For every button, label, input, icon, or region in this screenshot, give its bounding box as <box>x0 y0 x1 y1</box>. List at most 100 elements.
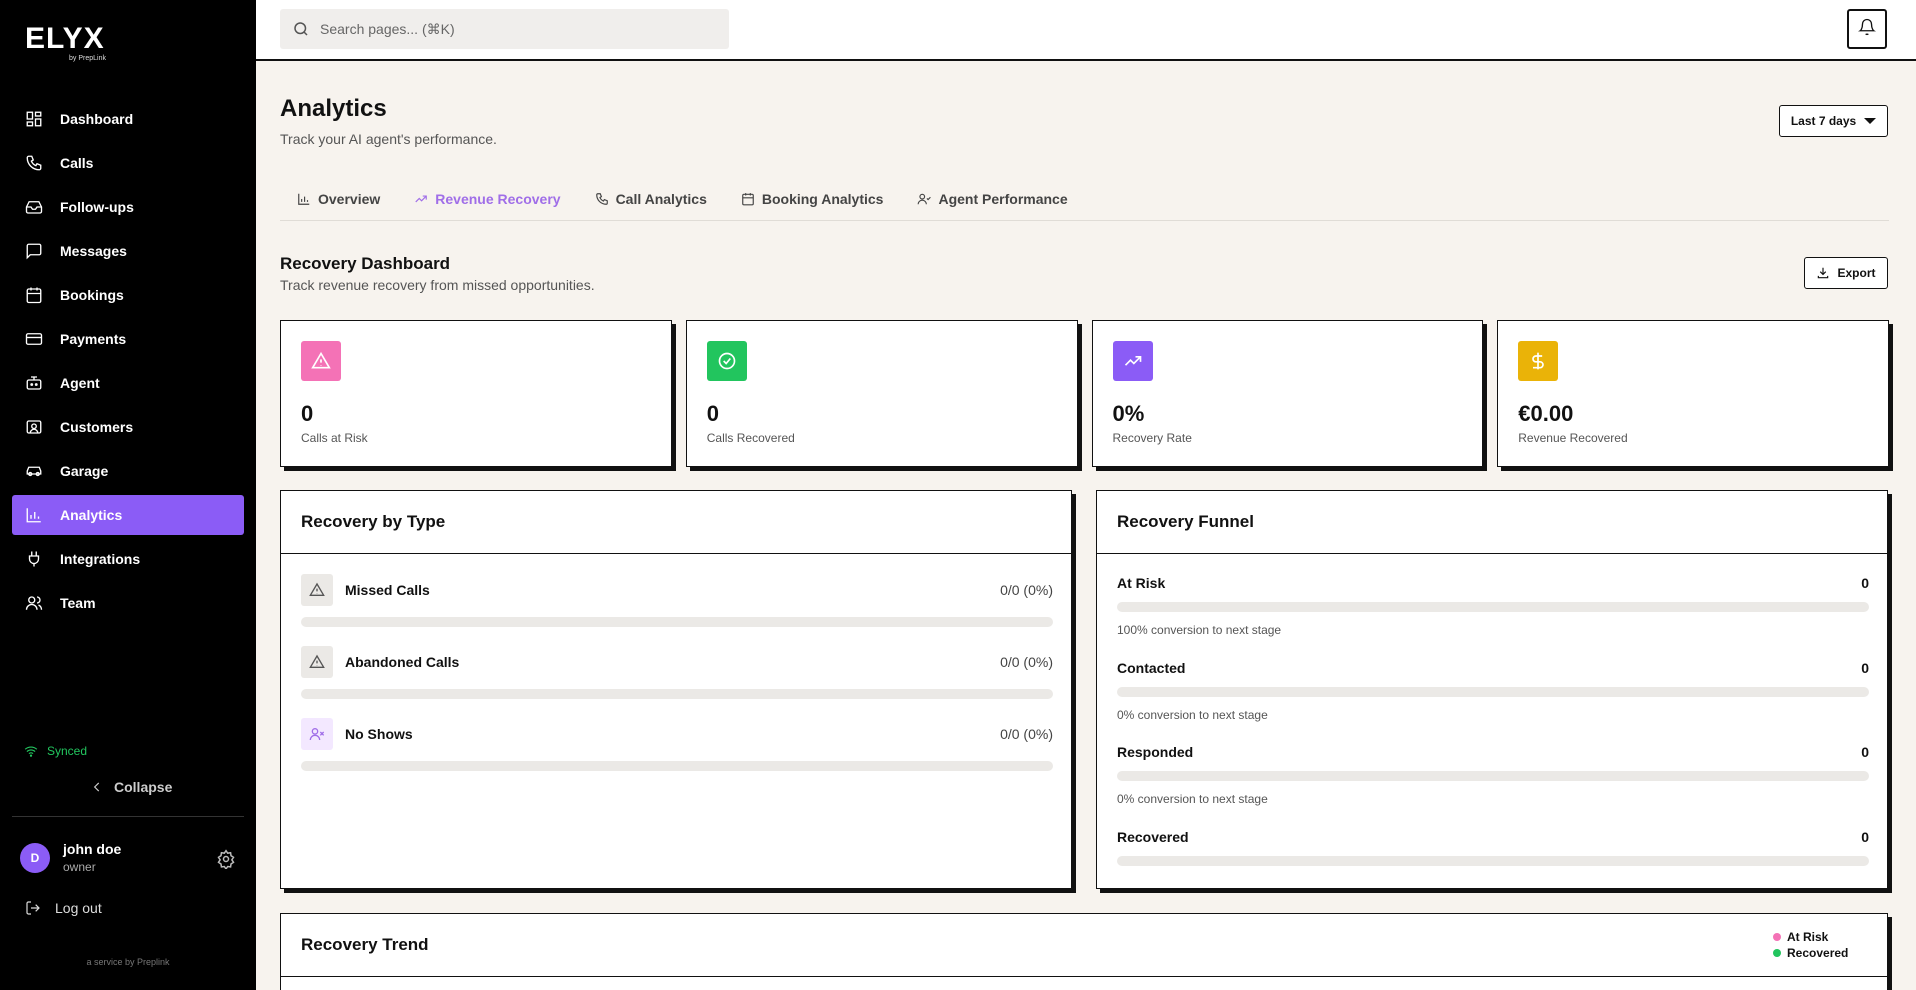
stat-label: Calls Recovered <box>706 431 795 445</box>
progress-bar <box>1117 602 1869 612</box>
dollar-icon <box>1518 341 1559 381</box>
sidebar-item-label: Bookings <box>60 287 124 303</box>
dashboard-icon <box>25 110 43 128</box>
sidebar-item-garage[interactable]: Garage <box>12 451 244 491</box>
bar-chart-icon <box>25 506 43 524</box>
sidebar-item-label: Payments <box>60 331 127 347</box>
tab-agent-performance[interactable]: Agent Performance <box>900 181 1084 217</box>
sidebar-item-label: Team <box>60 595 96 611</box>
date-range-select[interactable]: Last 7 days <box>1779 105 1888 137</box>
topbar <box>256 0 1916 61</box>
collapse-button[interactable]: Collapse <box>90 779 172 795</box>
search-input[interactable] <box>320 21 700 37</box>
trending-up-icon <box>414 192 428 206</box>
stat-label: Recovery Rate <box>1112 431 1192 445</box>
progress-bar <box>301 689 1053 699</box>
recovery-funnel-panel: Recovery Funnel At Risk 0 100% conversion… <box>1096 490 1888 889</box>
phone-icon <box>595 192 609 206</box>
user-profile[interactable]: D john doe owner <box>20 841 121 874</box>
sidebar-nav: Dashboard Calls Follow-ups Messages Book… <box>12 99 244 627</box>
bell-icon <box>1858 18 1876 41</box>
sidebar-item-messages[interactable]: Messages <box>12 231 244 271</box>
chevron-left-icon <box>90 780 104 794</box>
sidebar-item-team[interactable]: Team <box>12 583 244 623</box>
logout-button[interactable]: Log out <box>25 900 102 916</box>
car-icon <box>25 462 43 480</box>
analytics-tabs: Overview Revenue Recovery Call Analytics… <box>280 181 1889 221</box>
funnel-stage-name: Contacted <box>1117 660 1186 676</box>
sidebar-item-agent[interactable]: Agent <box>12 363 244 403</box>
tab-label: Call Analytics <box>615 191 707 207</box>
sidebar-divider <box>12 816 244 817</box>
funnel-stage-value: 0 <box>1861 575 1869 591</box>
date-range-label: Last 7 days <box>1790 114 1857 128</box>
team-icon <box>25 594 43 612</box>
funnel-stage-name: Recovered <box>1117 829 1189 845</box>
stat-card-calls-recovered: 0 Calls Recovered <box>685 320 1078 467</box>
progress-bar <box>1117 771 1869 781</box>
sidebar-item-label: Integrations <box>60 551 141 567</box>
search-bar[interactable] <box>280 9 729 49</box>
legend-dot <box>1773 949 1781 957</box>
alert-triangle-icon <box>301 574 333 606</box>
recovery-type-name: Abandoned Calls <box>345 654 460 670</box>
notifications-button[interactable] <box>1847 9 1887 49</box>
section-subtitle: Track revenue recovery from missed oppor… <box>280 277 595 293</box>
export-label: Export <box>1837 266 1876 280</box>
recovery-type-value: 0/0 (0%) <box>1000 654 1053 670</box>
progress-bar <box>301 761 1053 771</box>
user-role: owner <box>63 860 96 874</box>
tab-call-analytics[interactable]: Call Analytics <box>578 181 724 217</box>
recovery-type-value: 0/0 (0%) <box>1000 582 1053 598</box>
funnel-stage-value: 0 <box>1861 829 1869 845</box>
chevron-down-icon <box>1864 118 1877 124</box>
funnel-stage-value: 0 <box>1861 744 1869 760</box>
legend-dot <box>1773 933 1781 941</box>
sidebar-item-label: Follow-ups <box>60 199 134 215</box>
bot-icon <box>25 374 43 392</box>
brand-byline: by PrepLink <box>69 55 106 62</box>
tab-overview[interactable]: Overview <box>280 181 397 217</box>
alert-triangle-icon <box>301 646 333 678</box>
chart-legend: At Risk Recovered <box>1773 929 1848 961</box>
stat-card-recovery-rate: 0% Recovery Rate <box>1091 320 1484 467</box>
credit-card-icon <box>25 330 43 348</box>
funnel-conversion-note: 100% conversion to next stage <box>1117 623 1282 637</box>
funnel-stage-value: 0 <box>1861 660 1869 676</box>
sidebar-item-customers[interactable]: Customers <box>12 407 244 447</box>
tab-booking-analytics[interactable]: Booking Analytics <box>724 181 901 217</box>
panel-title: Recovery Trend <box>281 914 1887 977</box>
sidebar-item-bookings[interactable]: Bookings <box>12 275 244 315</box>
stat-label: Calls at Risk <box>301 431 368 445</box>
sidebar-item-dashboard[interactable]: Dashboard <box>12 99 244 139</box>
sidebar-item-analytics[interactable]: Analytics <box>12 495 244 535</box>
tab-revenue-recovery[interactable]: Revenue Recovery <box>397 181 577 217</box>
settings-button[interactable] <box>216 849 236 874</box>
calendar-icon <box>25 286 43 304</box>
download-icon <box>1816 266 1830 280</box>
progress-bar <box>301 617 1053 627</box>
sidebar-item-follow-ups[interactable]: Follow-ups <box>12 187 244 227</box>
funnel-stage: Recovered 0 <box>1117 829 1869 866</box>
funnel-stage: Contacted 0 0% conversion to next stage <box>1117 660 1869 722</box>
sidebar-item-payments[interactable]: Payments <box>12 319 244 359</box>
stat-card-revenue-recovered: €0.00 Revenue Recovered <box>1497 320 1889 467</box>
export-button[interactable]: Export <box>1804 257 1888 289</box>
sidebar-item-calls[interactable]: Calls <box>12 143 244 183</box>
phone-icon <box>25 154 43 172</box>
progress-bar <box>1117 687 1869 697</box>
list-item: No Shows 0/0 (0%) <box>301 718 1053 771</box>
stat-value: 0 <box>706 401 719 426</box>
sidebar-item-label: Calls <box>60 155 94 171</box>
sidebar-item-integrations[interactable]: Integrations <box>12 539 244 579</box>
alert-triangle-icon <box>301 341 341 381</box>
sync-status: Synced <box>24 744 87 758</box>
scrollbar[interactable] <box>1905 61 1916 990</box>
stat-card-calls-at-risk: 0 Calls at Risk <box>280 320 672 467</box>
sidebar-item-label: Customers <box>60 419 134 435</box>
service-footer: a service by Preplink <box>86 957 170 967</box>
panel-title: Recovery by Type <box>281 491 1071 554</box>
stat-value: 0 <box>301 401 314 426</box>
brand-logo[interactable]: ELYX by PrepLink <box>25 24 115 63</box>
user-x-icon <box>301 718 333 750</box>
